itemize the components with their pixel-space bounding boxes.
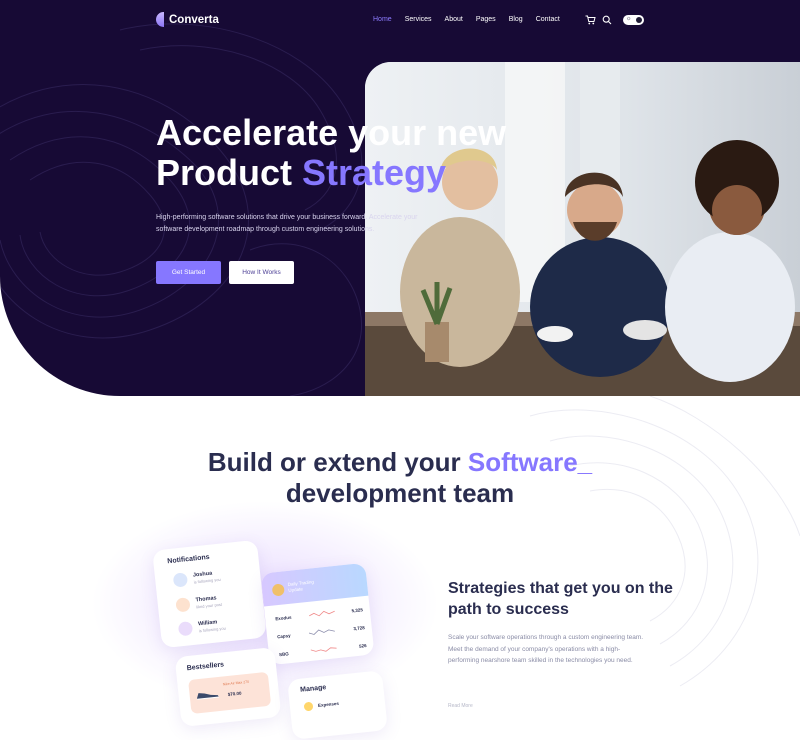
manage-item: Expenses xyxy=(303,699,340,712)
sneaker-icon xyxy=(197,693,220,700)
bestseller-item-price: $70.00 xyxy=(227,690,242,698)
hero-title-line1: Accelerate your new xyxy=(156,112,507,153)
section-title-prefix: Build or extend your xyxy=(207,447,468,477)
search-icon[interactable] xyxy=(602,15,612,25)
sparkline-icon xyxy=(308,629,336,635)
strategies-title: Strategies that get you on the path to s… xyxy=(448,580,673,618)
nav-item-home[interactable]: Home xyxy=(373,16,392,23)
trading-row-value: 526 xyxy=(358,642,367,649)
main-menu: Home Services About Pages Blog Contact xyxy=(373,16,573,23)
cart-icon[interactable] xyxy=(585,15,596,25)
section-title-line1: Build or extend your Software_ xyxy=(150,447,650,478)
hero-title-accent: Strategy xyxy=(302,152,447,193)
trading-row-name: SBG xyxy=(278,650,289,657)
toggle-knob xyxy=(636,17,642,23)
top-navigation: Converta Home Services About Pages Blog … xyxy=(0,0,800,42)
nav-item-pages[interactable]: Pages xyxy=(476,16,496,23)
brand-logo[interactable]: Converta xyxy=(156,12,219,27)
manage-item-label: Expenses xyxy=(317,700,340,709)
avatar xyxy=(172,572,189,588)
theme-toggle[interactable]: ☼ xyxy=(623,15,644,25)
hero-title-line2: Product Strategy xyxy=(156,153,556,193)
trading-row: Capsy 3,728 xyxy=(276,621,365,642)
trading-row-value: 3,728 xyxy=(353,624,365,631)
trading-row-value: 5,325 xyxy=(351,606,364,613)
notification-item: Joshua is following you xyxy=(172,569,221,588)
nav-item-services[interactable]: Services xyxy=(405,16,432,23)
strategies-description: Scale your software operations through a… xyxy=(448,634,644,664)
bestsellers-title: Bestsellers xyxy=(186,661,225,673)
avatar xyxy=(175,597,191,613)
sparkline-icon xyxy=(310,647,337,652)
logo-mark-icon xyxy=(156,12,164,27)
hero-section: Converta Home Services About Pages Blog … xyxy=(0,0,800,396)
section-title-line2: development team xyxy=(285,478,515,508)
hero-title-prefix: Product xyxy=(156,152,303,193)
nav-item-about[interactable]: About xyxy=(445,16,463,23)
notifications-card: Notifications Joshua is following you Tho… xyxy=(152,539,267,649)
expenses-icon xyxy=(303,701,314,712)
brand-name: Converta xyxy=(169,13,219,26)
bestsellers-card: Bestsellers Nike Air Max 270 $70.00 xyxy=(174,646,282,728)
avatar xyxy=(177,621,194,637)
bestseller-item-name: Nike Air Max 270 xyxy=(222,679,250,687)
section-title: Build or extend your Software_ developme… xyxy=(150,447,650,509)
trading-row-name: Exodus xyxy=(274,614,292,621)
get-started-button[interactable]: Get Started xyxy=(156,261,221,284)
read-more-link[interactable]: Read More xyxy=(448,703,473,709)
nav-item-contact[interactable]: Contact xyxy=(536,16,560,23)
notification-item: William is following you xyxy=(177,618,226,637)
manage-title: Manage xyxy=(299,684,327,694)
trading-row: Exodus 5,325 xyxy=(275,603,364,624)
coin-icon xyxy=(271,583,285,597)
how-it-works-button[interactable]: How It Works xyxy=(229,261,294,284)
notification-item: Thomas liked your post xyxy=(175,594,222,613)
trading-row-name: Capsy xyxy=(276,632,291,639)
nav-item-blog[interactable]: Blog xyxy=(509,16,523,23)
trading-card-title: Daily Trading Update xyxy=(287,579,315,593)
trading-card: Daily Trading Update Exodus 5,325 Capsy … xyxy=(260,562,375,666)
section-title-accent: Software_ xyxy=(467,447,593,477)
hero-description: High-performing software solutions that … xyxy=(156,214,418,233)
manage-card: Manage Expenses xyxy=(287,670,388,740)
sparkline-icon xyxy=(308,610,335,617)
sun-icon: ☼ xyxy=(626,16,632,22)
hero-title: Accelerate your new Product Strategy xyxy=(156,113,556,193)
notifications-title: Notifications xyxy=(167,553,210,566)
